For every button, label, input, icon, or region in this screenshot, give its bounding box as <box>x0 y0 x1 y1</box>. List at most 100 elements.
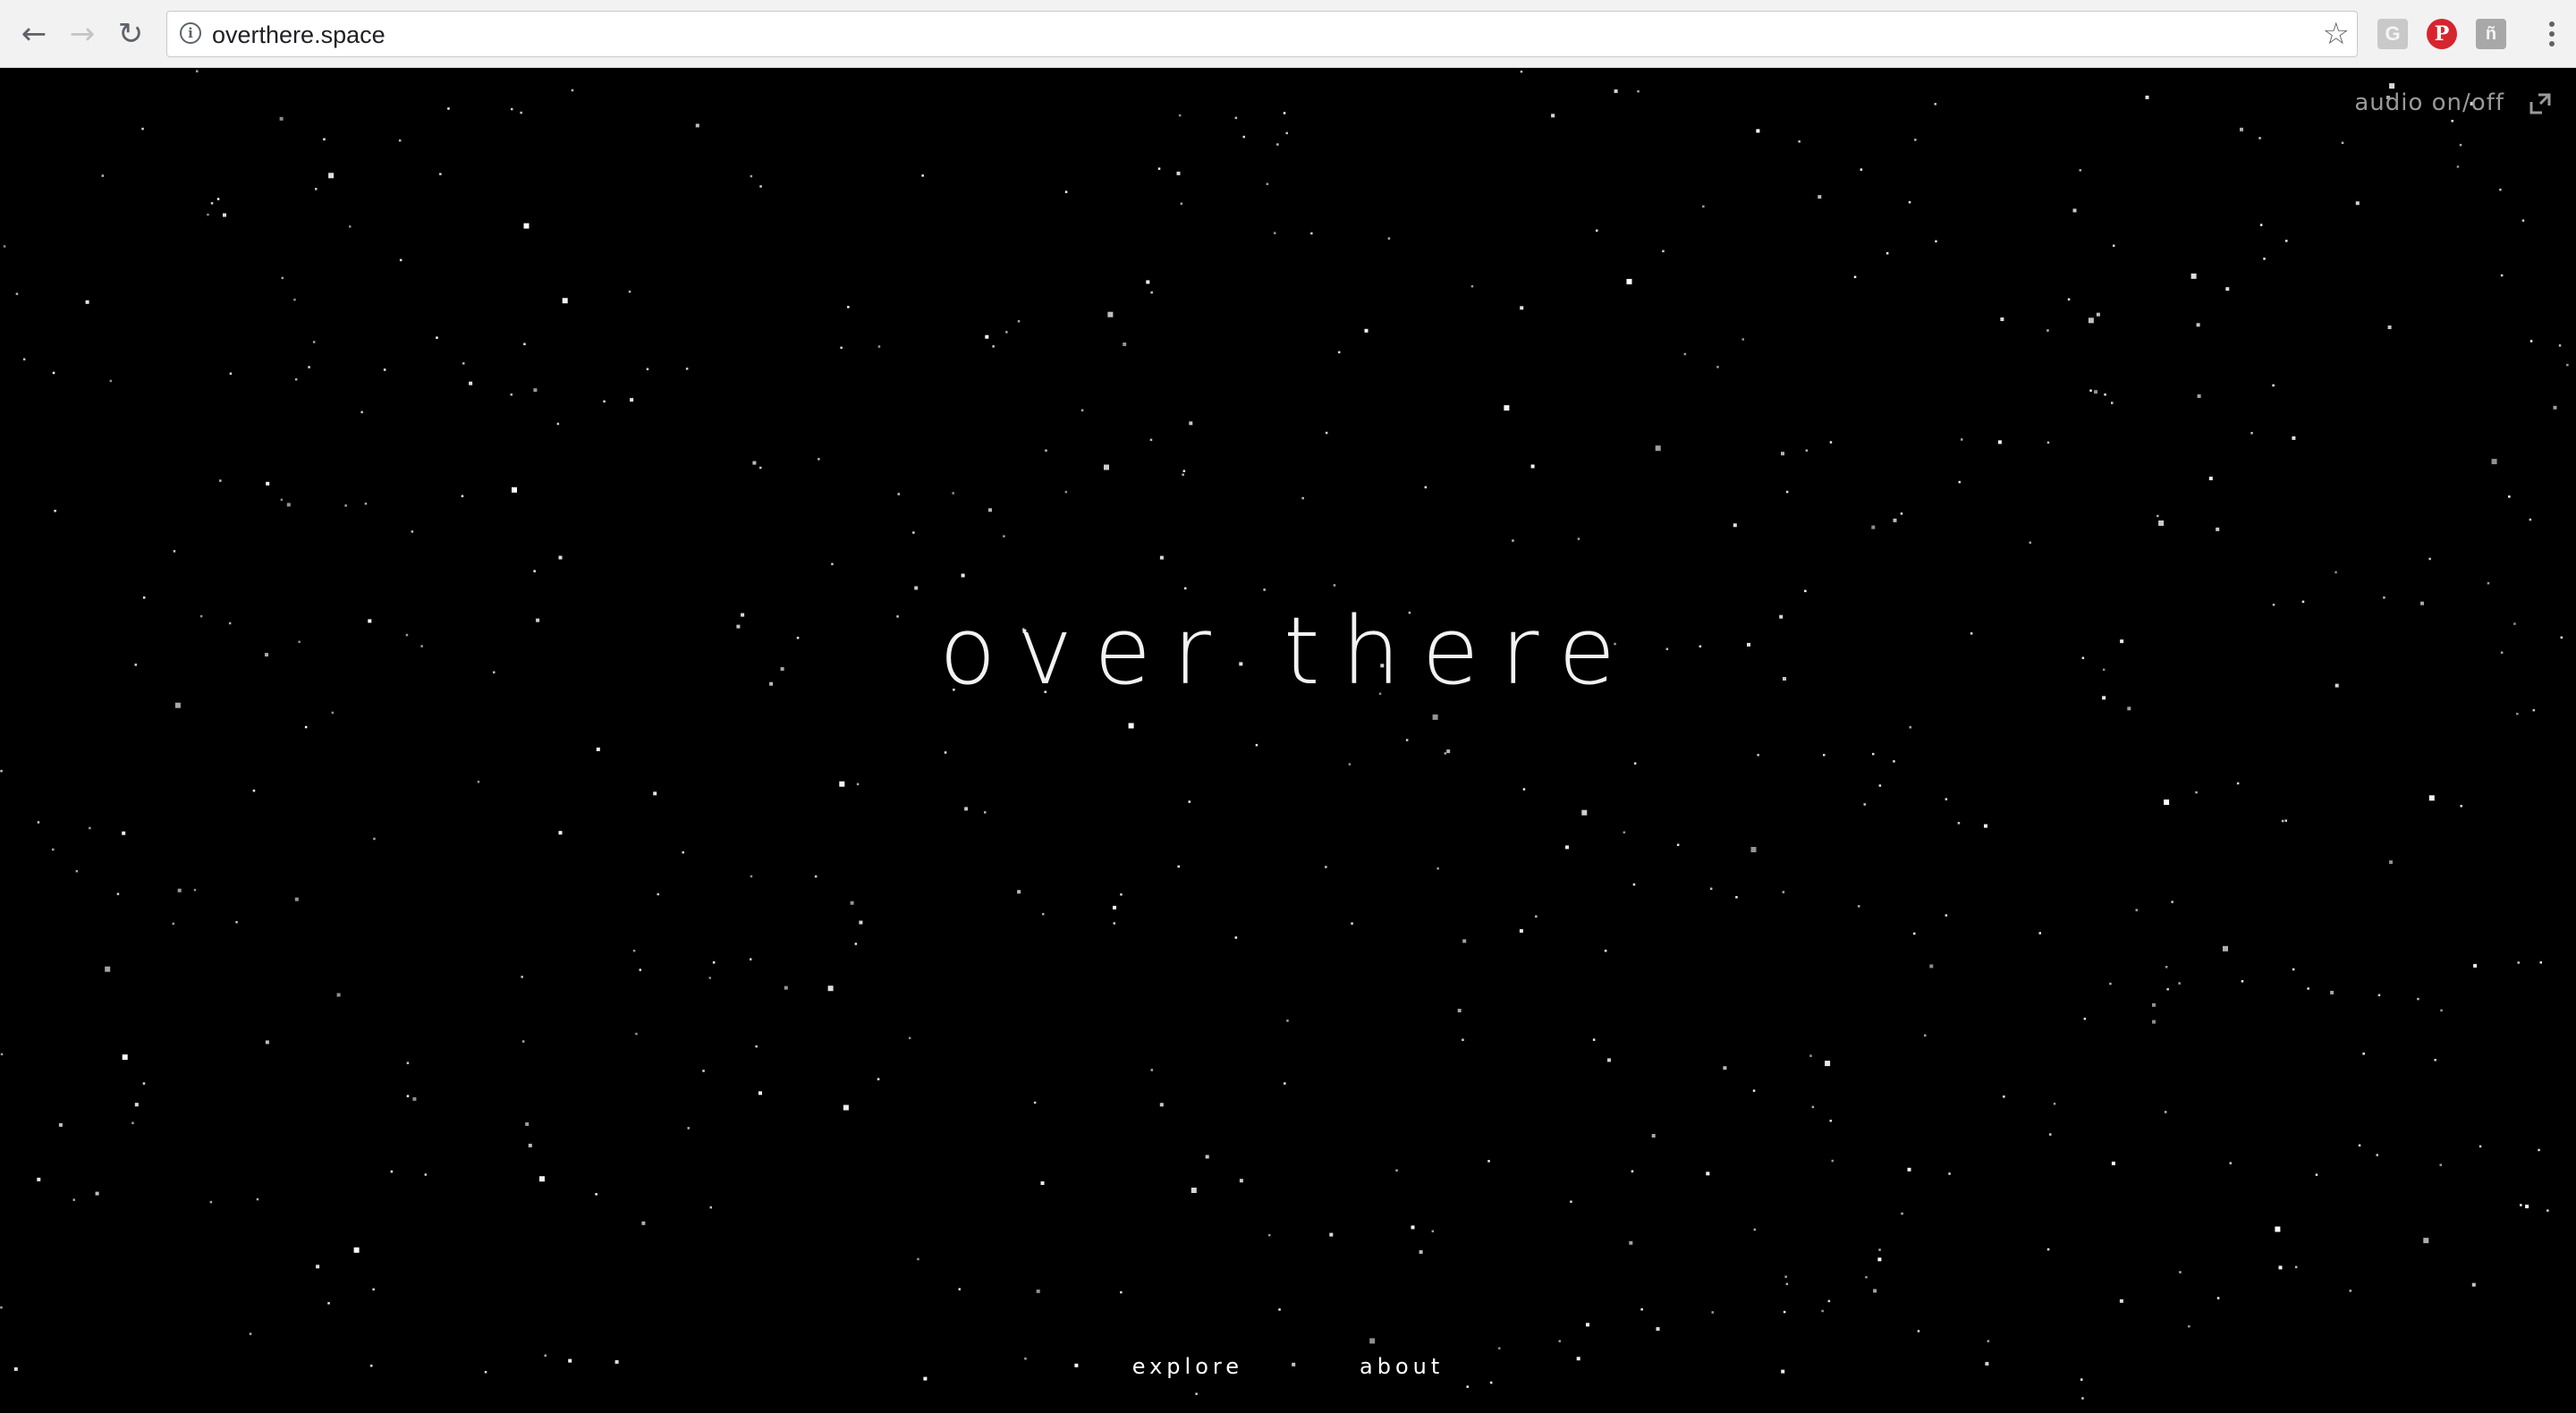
star <box>2389 83 2395 89</box>
star <box>2263 258 2266 260</box>
star <box>2072 208 2077 213</box>
star <box>912 531 915 534</box>
extension-icon[interactable]: ñ <box>2476 19 2506 49</box>
star <box>1997 440 2002 444</box>
star <box>280 498 284 502</box>
star <box>331 711 335 715</box>
star <box>2113 244 2115 247</box>
star <box>2349 1290 2351 1292</box>
star <box>687 1127 690 1130</box>
star <box>2178 982 2181 985</box>
star <box>2165 966 2168 969</box>
star <box>784 986 788 990</box>
star <box>2508 495 2511 498</box>
info-icon[interactable]: i <box>180 22 201 44</box>
star <box>2197 394 2201 398</box>
star <box>702 1070 705 1072</box>
starfield-page: audio on/off over there explore about <box>0 68 2576 1413</box>
star <box>1462 1038 1464 1041</box>
star <box>2525 1205 2529 1209</box>
star <box>1709 887 1713 890</box>
star <box>196 70 199 72</box>
forward-button[interactable]: → <box>63 14 102 54</box>
star <box>2000 317 2004 321</box>
star <box>1924 1034 1927 1037</box>
star <box>1626 278 1632 284</box>
star <box>2119 1299 2123 1303</box>
vertical-dots-icon[interactable] <box>2546 16 2558 52</box>
star <box>308 366 310 368</box>
star <box>2460 805 2462 808</box>
star <box>2152 1020 2156 1024</box>
star <box>252 789 256 792</box>
star <box>1929 964 1934 969</box>
star <box>2111 402 2114 404</box>
pinterest-icon[interactable]: P <box>2427 19 2457 49</box>
star <box>1348 763 1352 766</box>
star <box>2456 165 2460 168</box>
star <box>1040 1181 1045 1185</box>
star <box>558 831 563 835</box>
audio-toggle[interactable]: audio on/off <box>2354 89 2504 116</box>
star <box>1592 1038 1596 1041</box>
star <box>122 1054 128 1061</box>
star <box>2307 987 2309 990</box>
url-text[interactable]: overthere.space <box>212 21 386 49</box>
star <box>279 116 284 121</box>
star <box>2315 1173 2318 1176</box>
star <box>2529 340 2533 343</box>
star <box>1811 1105 1815 1109</box>
star <box>682 850 684 854</box>
star <box>1914 139 1917 141</box>
star <box>1948 1172 1951 1175</box>
star <box>372 1288 375 1290</box>
star <box>752 461 757 465</box>
star <box>2529 518 2532 521</box>
star <box>209 1200 213 1204</box>
star <box>2250 432 2253 435</box>
star <box>1005 331 1008 334</box>
star <box>1446 749 1451 754</box>
star <box>709 1206 712 1209</box>
star <box>897 493 900 495</box>
star <box>908 1036 911 1039</box>
star <box>2152 1003 2156 1007</box>
star <box>109 379 113 383</box>
star <box>2479 1145 2482 1148</box>
star <box>134 1103 139 1107</box>
star <box>1702 205 1705 208</box>
g-extension-icon[interactable]: G <box>2377 19 2408 49</box>
star <box>2038 932 2041 935</box>
back-button[interactable]: ← <box>14 14 54 54</box>
star <box>603 400 606 403</box>
star-icon[interactable]: ☆ <box>2323 15 2350 53</box>
star <box>2341 141 2344 144</box>
star <box>596 747 600 751</box>
star <box>1120 893 1123 896</box>
star <box>223 213 226 217</box>
star <box>2558 344 2562 347</box>
star <box>2179 1271 2182 1273</box>
star <box>1805 449 1809 452</box>
star <box>558 555 563 560</box>
star <box>708 977 711 979</box>
fullscreen-icon[interactable] <box>2528 91 2553 116</box>
star <box>2417 997 2419 1001</box>
star <box>1182 470 1186 472</box>
star <box>37 821 40 824</box>
about-link[interactable]: about <box>1360 1354 1444 1379</box>
star <box>755 1045 758 1048</box>
star <box>921 174 924 177</box>
star <box>1104 464 1109 470</box>
address-bar[interactable]: i overthere.space ☆ <box>166 11 2358 57</box>
star <box>914 586 919 590</box>
explore-link[interactable]: explore <box>1132 1354 1243 1379</box>
star <box>1064 190 1068 193</box>
star <box>1522 788 1526 791</box>
star <box>847 306 850 309</box>
reload-button[interactable]: ↻ <box>111 14 150 54</box>
star <box>2423 1238 2429 1244</box>
star <box>1351 922 1353 925</box>
star <box>1530 464 1535 469</box>
star <box>116 893 120 895</box>
